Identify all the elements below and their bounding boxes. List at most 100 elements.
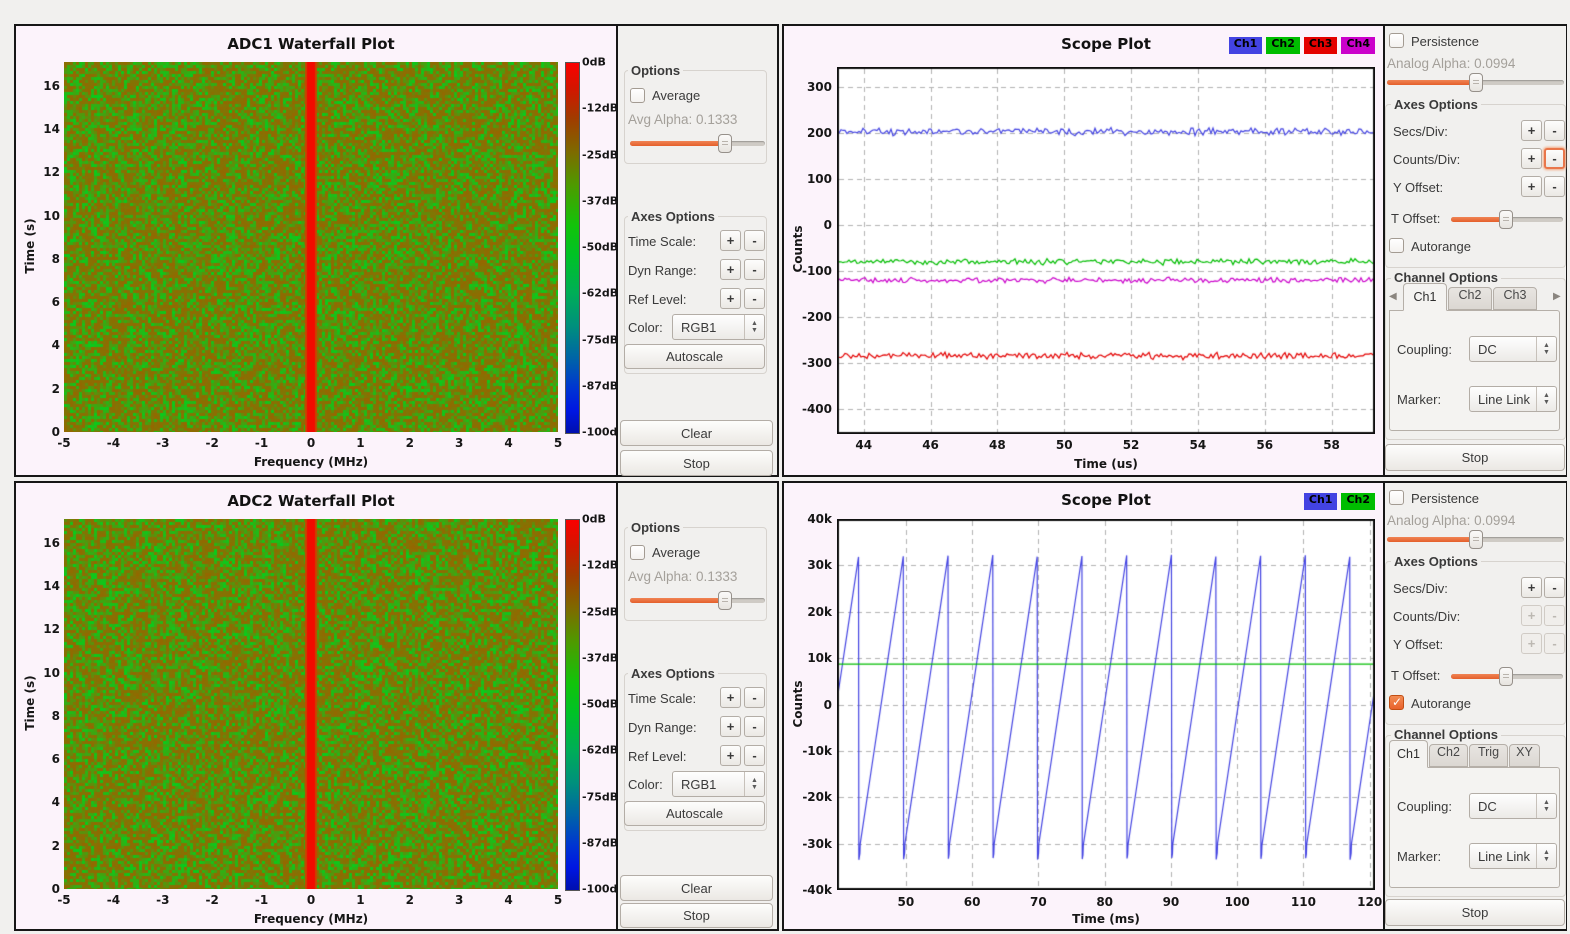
colorbar-label: -75dB [582, 790, 618, 803]
t-offset-slider[interactable] [1451, 674, 1563, 679]
scope-plot-canvas[interactable] [837, 519, 1375, 890]
clear-button[interactable]: Clear [620, 875, 773, 901]
adc1-waterfall-panel: ADC1 Waterfall Plot Time (s) Frequency (… [14, 24, 779, 477]
analog-alpha-slider[interactable] [1387, 537, 1564, 542]
dyn-range-minus-button[interactable]: - [744, 716, 765, 737]
y-tick-label: 40k [807, 512, 832, 526]
ref-level-minus-button[interactable]: - [744, 288, 765, 309]
slider-fill [1451, 217, 1505, 222]
counts-div-minus-button[interactable]: - [1544, 148, 1565, 169]
y-tick-label: 8 [52, 709, 60, 723]
stop-button[interactable]: Stop [620, 450, 773, 476]
dyn-range-minus-button[interactable]: - [744, 259, 765, 280]
y-tick-label: 0 [52, 882, 60, 896]
marker-select[interactable]: Line Link ▲▼ [1469, 386, 1557, 412]
tab-scroll-right-icon[interactable]: ▶ [1553, 291, 1561, 302]
ref-level-plus-button[interactable]: + [720, 745, 741, 766]
stop-button[interactable]: Stop [1385, 899, 1565, 926]
marker-select[interactable]: Line Link ▲▼ [1469, 843, 1557, 869]
time-scale-plus-button[interactable]: + [720, 687, 741, 708]
t-offset-label: T Offset: [1391, 668, 1440, 683]
tab-trig[interactable]: Trig [1469, 744, 1508, 767]
y-offset-plus-button[interactable]: + [1521, 176, 1542, 197]
coupling-select[interactable]: DC ▲▼ [1469, 336, 1557, 362]
tab-scroll-left-icon[interactable]: ◀ [1389, 291, 1397, 302]
y-axis-label: Time (s) [23, 653, 37, 753]
time-scale-minus-button[interactable]: - [744, 687, 765, 708]
time-scale-plus-button[interactable]: + [720, 230, 741, 251]
autorange-checkbox[interactable] [1389, 695, 1404, 710]
slider-handle[interactable] [1499, 210, 1513, 229]
slider-handle[interactable] [718, 591, 732, 610]
tab-ch2[interactable]: Ch2 [1448, 287, 1492, 310]
avg-alpha-slider[interactable] [630, 141, 765, 146]
counts-div-plus-button[interactable]: + [1521, 605, 1542, 626]
secs-div-minus-button[interactable]: - [1544, 577, 1565, 598]
scope-plot-canvas[interactable] [837, 67, 1375, 434]
autoscale-button[interactable]: Autoscale [624, 344, 765, 369]
autoscale-button[interactable]: Autoscale [624, 801, 765, 826]
stop-button[interactable]: Stop [620, 903, 773, 928]
clear-button[interactable]: Clear [620, 420, 773, 446]
waterfall-heatmap-canvas[interactable] [64, 519, 558, 889]
y-tick-label: -100 [802, 264, 832, 278]
spinner-arrows-icon[interactable]: ▲▼ [744, 315, 764, 339]
legend-chip-ch2: Ch2 [1341, 493, 1375, 510]
tab-ch2[interactable]: Ch2 [1429, 744, 1468, 767]
y-tick-label: 2 [52, 382, 60, 396]
y-offset-minus-button[interactable]: - [1544, 176, 1565, 197]
slider-handle[interactable] [1469, 73, 1483, 92]
axes-options-title: Axes Options [1391, 97, 1481, 112]
dyn-range-plus-button[interactable]: + [720, 716, 741, 737]
avg-alpha-slider[interactable] [630, 598, 765, 603]
tab-ch3[interactable]: Ch3 [1493, 287, 1537, 310]
coupling-label: Coupling: [1397, 799, 1452, 814]
slider-handle[interactable] [1499, 667, 1513, 686]
secs-div-minus-button[interactable]: - [1544, 120, 1565, 141]
persistence-checkbox[interactable] [1389, 490, 1404, 505]
colormap-select[interactable]: RGB1 ▲▼ [672, 771, 765, 797]
average-checkbox[interactable] [630, 88, 645, 103]
autorange-checkbox[interactable] [1389, 238, 1404, 253]
analog-alpha-slider[interactable] [1387, 80, 1564, 85]
colorbar-label: -87dB [582, 836, 618, 849]
counts-div-minus-button[interactable]: - [1544, 605, 1565, 626]
slider-handle[interactable] [1469, 530, 1483, 549]
t-offset-slider[interactable] [1451, 217, 1563, 222]
tab-xy[interactable]: XY [1509, 744, 1540, 767]
spinner-arrows-icon[interactable]: ▲▼ [1536, 337, 1556, 361]
counts-div-plus-button[interactable]: + [1521, 148, 1542, 169]
spinner-arrows-icon[interactable]: ▲▼ [744, 772, 764, 796]
dyn-range-label: Dyn Range: [628, 263, 697, 278]
x-tick-label: 44 [855, 438, 872, 452]
average-checkbox[interactable] [630, 545, 645, 560]
colormap-select[interactable]: RGB1 ▲▼ [672, 314, 765, 340]
ref-level-minus-button[interactable]: - [744, 745, 765, 766]
dyn-range-plus-button[interactable]: + [720, 259, 741, 280]
y-offset-plus-button[interactable]: + [1521, 633, 1542, 654]
adc1-waterfall-plot-area: ADC1 Waterfall Plot Time (s) Frequency (… [16, 26, 618, 475]
time-scale-minus-button[interactable]: - [744, 230, 765, 251]
persistence-checkbox[interactable] [1389, 33, 1404, 48]
slider-handle[interactable] [718, 134, 732, 153]
counts-div-label: Counts/Div: [1393, 609, 1460, 624]
stop-button[interactable]: Stop [1385, 444, 1565, 471]
y-tick-label: 2 [52, 839, 60, 853]
ref-level-plus-button[interactable]: + [720, 288, 741, 309]
spinner-arrows-icon[interactable]: ▲▼ [1536, 387, 1556, 411]
spinner-arrows-icon[interactable]: ▲▼ [1536, 844, 1556, 868]
average-label: Average [652, 88, 700, 103]
spinner-arrows-icon[interactable]: ▲▼ [1536, 794, 1556, 818]
secs-div-plus-button[interactable]: + [1521, 577, 1542, 598]
y-offset-minus-button[interactable]: - [1544, 633, 1565, 654]
secs-div-plus-button[interactable]: + [1521, 120, 1542, 141]
slider-fill [630, 598, 725, 603]
x-tick-label: 5 [554, 436, 562, 450]
axes-options-title: Axes Options [628, 209, 718, 224]
adc2-waterfall-panel: ADC2 Waterfall Plot Time (s) Frequency (… [14, 481, 779, 931]
waterfall-heatmap-canvas[interactable] [64, 62, 558, 432]
coupling-select[interactable]: DC ▲▼ [1469, 793, 1557, 819]
y-tick-label: 4 [52, 795, 60, 809]
tab-ch1[interactable]: Ch1 [1389, 740, 1428, 768]
tab-ch1[interactable]: Ch1 [1403, 283, 1447, 311]
